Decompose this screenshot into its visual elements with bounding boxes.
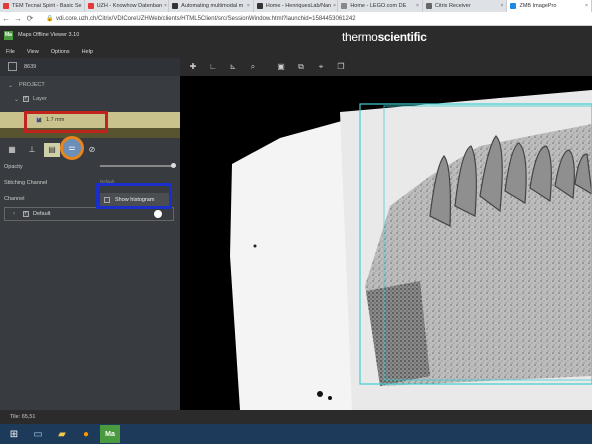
screen: TEM Tecnai Spirit - Basic Se×UZH - Knowh…: [0, 0, 592, 444]
zoom-icon[interactable]: ⌕: [246, 60, 260, 74]
tab-label: UZH - Knowhow Datenban: [96, 3, 162, 9]
grid-icon[interactable]: ▦: [4, 143, 20, 157]
highlight-box-red: [24, 111, 108, 133]
close-tab-icon[interactable]: ×: [414, 3, 419, 9]
firefox-icon[interactable]: ●: [76, 425, 96, 443]
channel-default-row[interactable]: › Default: [4, 207, 174, 221]
tab-favicon-icon: [341, 3, 348, 9]
thermo-scientific-logo: thermoscientific: [342, 30, 427, 44]
layer-label: Layer: [33, 96, 47, 102]
close-tab-icon[interactable]: ×: [499, 3, 504, 9]
panel-tabs: ▦ ⊥ ▤ ≡ ⊘: [0, 142, 180, 158]
highlight-box-blue: [96, 183, 172, 209]
channel-checkbox[interactable]: [23, 210, 29, 217]
tab-label: Automating multimodal m: [181, 3, 244, 9]
browser-tab[interactable]: UZH - Knowhow Datenban ×: [85, 0, 170, 12]
app-title-bar: Ma Maps Offline Viewer 3.10 thermoscient…: [0, 26, 592, 46]
image-viewport[interactable]: [180, 76, 592, 410]
menu-help[interactable]: Help: [76, 46, 99, 58]
clone-icon[interactable]: ❐: [334, 60, 348, 74]
chevron-down-icon[interactable]: ⌄: [8, 82, 13, 89]
layer-checkbox[interactable]: [23, 95, 30, 102]
tab-label: Home - LEGO.com DE: [350, 3, 407, 9]
tab-label: ZMB ImagePro: [519, 3, 557, 9]
tab-label: TEM Tecnai Spirit - Basic Se: [12, 3, 82, 9]
measure-icon[interactable]: ⊾: [226, 60, 240, 74]
menu-view[interactable]: View: [21, 46, 45, 58]
opacity-label: Opacity: [4, 164, 23, 170]
windows-taskbar: ⊞ ▭ ▰ ● Ma: [0, 424, 592, 444]
browser-tab[interactable]: Citrix Receiver ×: [423, 0, 508, 12]
tab-favicon-icon: [87, 3, 94, 9]
layer-icon[interactable]: ▣: [274, 60, 288, 74]
slider-knob[interactable]: [171, 163, 176, 168]
forward-arrow-icon[interactable]: →: [12, 14, 24, 23]
close-tab-icon[interactable]: ×: [245, 3, 250, 9]
maps-app-icon[interactable]: Ma: [100, 425, 120, 443]
layer-row[interactable]: ⌄ Layer: [0, 92, 180, 106]
url-field[interactable]: vdi.core.uzh.ch/Citrix/VDICoreUZHWeb/cli…: [56, 16, 356, 22]
measure-angle-icon[interactable]: ∟: [206, 60, 220, 74]
tab-label: Home - HenriquesLab/Nan: [265, 3, 332, 9]
tab-favicon-icon: [510, 3, 517, 9]
tab-favicon-icon: [425, 3, 432, 9]
browser-tab[interactable]: ZMB ImagePro ×: [507, 0, 592, 12]
tab-favicon-icon: [3, 3, 9, 9]
close-tab-icon[interactable]: ×: [331, 3, 336, 9]
crosshair-icon[interactable]: ⌖: [314, 60, 328, 74]
close-tab-icon[interactable]: ×: [162, 3, 167, 9]
browser-tab[interactable]: TEM Tecnai Spirit - Basic Se×: [0, 0, 85, 12]
brand-thin: thermo: [342, 30, 378, 44]
chevron-right-icon[interactable]: ›: [13, 211, 15, 217]
tab-label: Citrix Receiver: [434, 3, 471, 9]
compass-icon[interactable]: ⊘: [84, 143, 100, 157]
pin-icon[interactable]: ⊥: [24, 143, 40, 157]
link-icon[interactable]: ⧉: [294, 60, 308, 74]
viewer-toolbar: ✚ ∟ ⊾ ⌕ ▣ ⧉ ⌖ ❐: [180, 58, 592, 76]
image-icon[interactable]: ▤: [44, 143, 60, 157]
app-title: Maps Offline Viewer 3.10: [18, 32, 80, 38]
browser-tab[interactable]: Home - LEGO.com DE ×: [338, 0, 423, 12]
reload-icon[interactable]: ⟳: [24, 14, 36, 23]
project-row[interactable]: ⌄ PROJECT: [0, 78, 180, 92]
channel-visibility-toggle[interactable]: [154, 210, 162, 218]
tissue-image: [230, 90, 592, 410]
lock-icon: 🔒: [46, 16, 54, 22]
channel-label: Channel: [4, 196, 25, 202]
tab-favicon-icon: [172, 3, 179, 9]
maps-logo-icon: Ma: [4, 31, 13, 40]
back-arrow-icon[interactable]: ←: [0, 14, 12, 23]
close-tab-icon[interactable]: ×: [583, 3, 588, 9]
explorer-icon[interactable]: ▭: [28, 425, 48, 443]
chevron-down-icon[interactable]: ⌄: [14, 96, 19, 103]
tab-favicon-icon: [256, 3, 263, 9]
menu-file[interactable]: File: [0, 46, 21, 58]
browser-tab-strip: TEM Tecnai Spirit - Basic Se×UZH - Knowh…: [0, 0, 592, 12]
status-bar: Tile: 65,51: [0, 410, 592, 424]
browser-tab[interactable]: Automating multimodal m ×: [169, 0, 254, 12]
menu-bar: File View Options Help: [0, 46, 592, 58]
project-number: 8639: [24, 64, 37, 70]
opacity-slider[interactable]: [100, 163, 176, 168]
project-label: PROJECT: [19, 82, 45, 88]
tile-readout: Tile: 65,51: [10, 414, 36, 420]
address-bar: ← → ⟳ 🔒 vdi.core.uzh.ch/Citrix/VDICoreUZ…: [0, 12, 592, 26]
project-icon: [8, 62, 17, 71]
brand-bold: scientific: [377, 30, 427, 44]
plus-icon[interactable]: ✚: [186, 60, 200, 74]
windows-start-icon[interactable]: ⊞: [4, 425, 24, 443]
project-header: 8639: [0, 58, 180, 76]
channel-default-label: Default: [33, 211, 51, 217]
folder-icon[interactable]: ▰: [52, 425, 72, 443]
browser-tab[interactable]: Home - HenriquesLab/Nan ×: [254, 0, 339, 12]
menu-options[interactable]: Options: [45, 46, 76, 58]
stitching-label: Stitching Channel: [4, 180, 48, 186]
sliders-icon[interactable]: ⚌: [60, 136, 84, 160]
